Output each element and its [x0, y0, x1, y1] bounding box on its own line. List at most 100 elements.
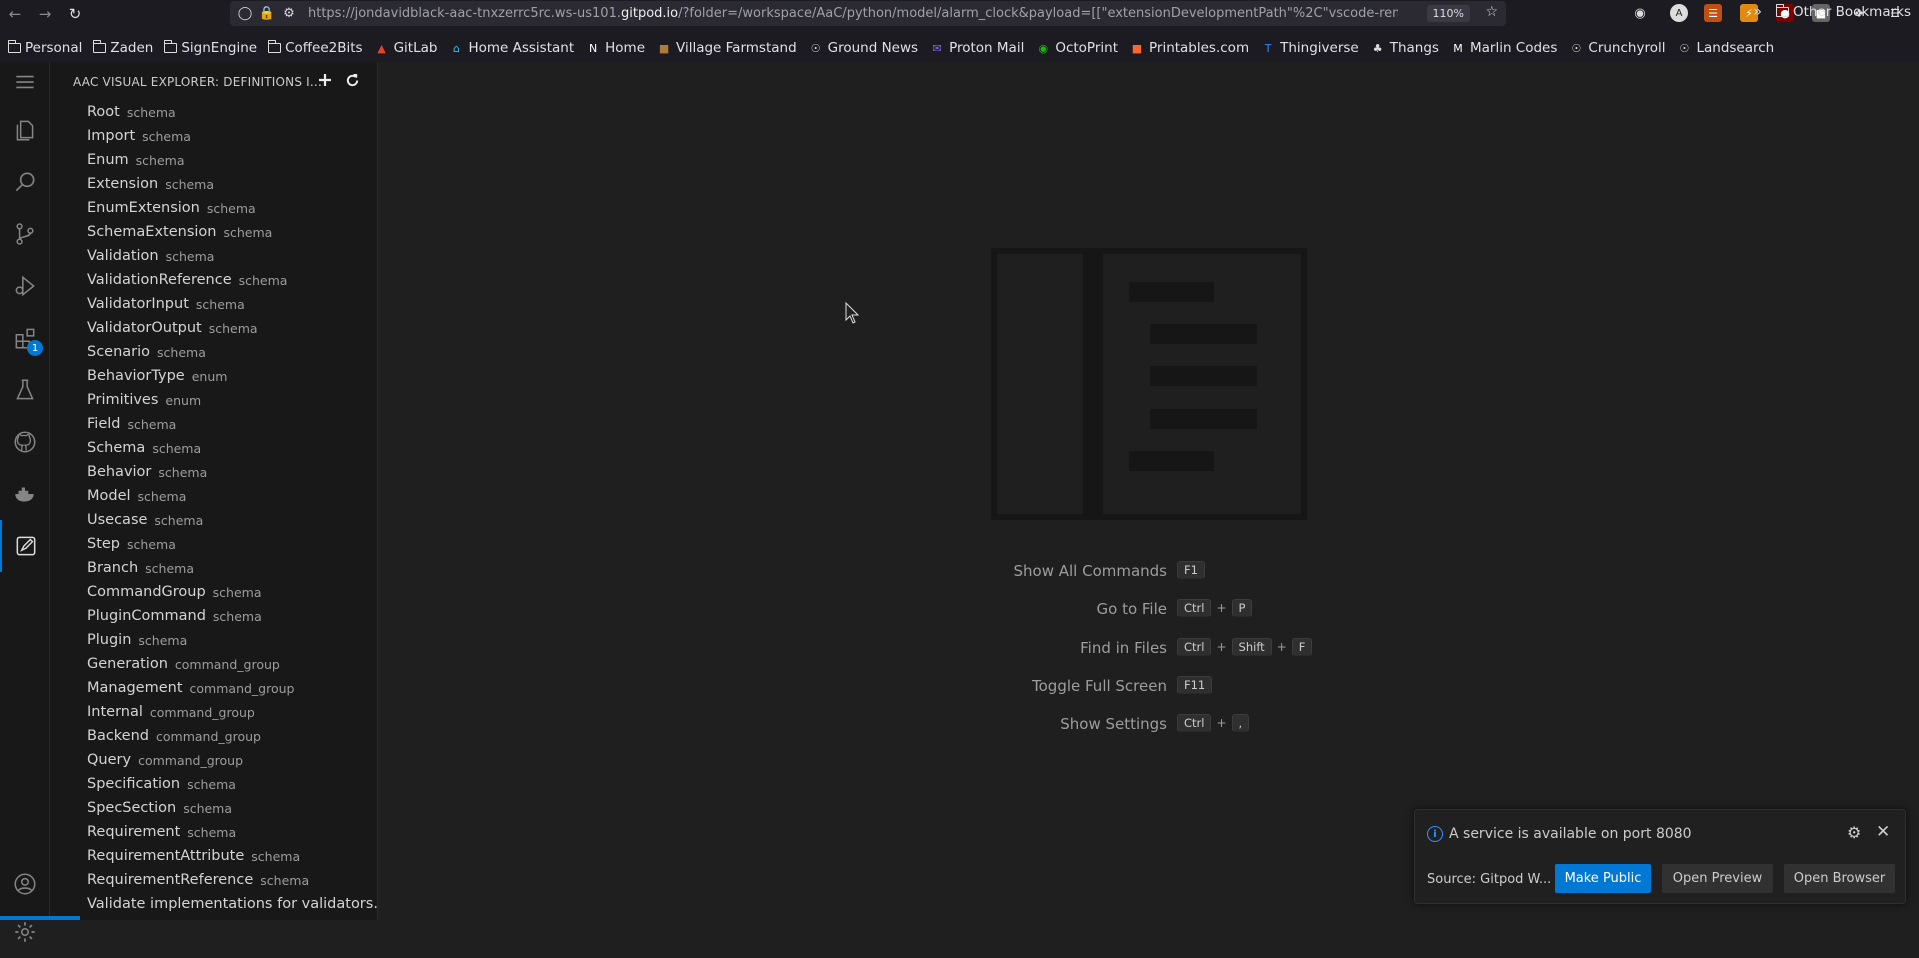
bookmark-item[interactable]: ☉ Ground News [808, 40, 918, 56]
tree-item[interactable]: SpecSection schema [50, 796, 377, 820]
shield-icon[interactable]: ◯ [234, 6, 256, 21]
back-button[interactable]: ← [0, 0, 30, 27]
open-preview-button[interactable]: Open Preview [1662, 864, 1773, 893]
reload-button[interactable]: ↻ [60, 0, 90, 27]
tree-item-name: Internal [87, 704, 143, 720]
bookmark-item[interactable]: ☉ Landsearch [1676, 40, 1775, 56]
tree-item[interactable]: SchemaExtension schema [50, 220, 377, 244]
tree-item[interactable]: EnumExtension schema [50, 196, 377, 220]
tree-item-name: Generation [87, 656, 168, 672]
bookmark-item[interactable]: SignEngine [164, 40, 257, 56]
notion-icon: N [589, 41, 598, 55]
shortcut-label[interactable]: Find in Files [1080, 639, 1167, 657]
add-definition-button[interactable] [314, 69, 336, 91]
tree-item[interactable]: Root schema [50, 100, 377, 124]
docker-button[interactable] [0, 468, 50, 520]
explorer-button[interactable] [0, 104, 50, 156]
pocket-icon[interactable]: ◉ [1631, 4, 1649, 22]
tree-item[interactable]: BehaviorType enum [50, 364, 377, 388]
tree-item[interactable]: Extension schema [50, 172, 377, 196]
run-debug-button[interactable] [0, 260, 50, 312]
tree-item[interactable]: Backend command_group [50, 724, 377, 748]
close-icon[interactable]: ✕ [1876, 822, 1890, 842]
bookmark-item[interactable]: Personal [8, 40, 82, 56]
bookmark-item[interactable]: ⌂ Home Assistant [448, 40, 574, 56]
manage-button[interactable] [0, 906, 50, 958]
bookmark-item[interactable]: ▲ GitLab [374, 40, 437, 56]
tree-item[interactable]: PluginCommand schema [50, 604, 377, 628]
tree-item[interactable]: ValidatorOutput schema [50, 316, 377, 340]
shortcut-row: Go to File Ctrl + P [829, 598, 1529, 620]
bookmark-item[interactable]: T Thingiverse [1260, 40, 1359, 56]
shortcut-label[interactable]: Show All Commands [1013, 562, 1167, 580]
tree-item[interactable]: ValidatorInput schema [50, 292, 377, 316]
zoom-level[interactable]: 110% [1426, 5, 1470, 22]
extension-stripes-icon[interactable]: ☰ [1704, 4, 1722, 22]
folder-icon [268, 40, 282, 53]
aac-visual-explorer-button[interactable] [0, 520, 50, 572]
tree-item[interactable]: Branch schema [50, 556, 377, 580]
tree-item[interactable]: Query command_group [50, 748, 377, 772]
tree-item[interactable]: Import schema [50, 124, 377, 148]
tree-item[interactable]: Model schema [50, 484, 377, 508]
tree-item-kind: schema [212, 608, 262, 624]
other-bookmarks[interactable]: Other Bookmarks [1793, 4, 1911, 20]
forward-button[interactable]: → [30, 0, 60, 27]
notification-settings-icon[interactable]: ⚙ [1847, 823, 1861, 842]
tree-item[interactable]: Usecase schema [50, 508, 377, 532]
tree-item[interactable]: Specification schema [50, 772, 377, 796]
tree-item[interactable]: RequirementReference schema [50, 868, 377, 892]
bookmark-item[interactable]: ■ Village Farmstand [656, 40, 797, 56]
github-button[interactable] [0, 416, 50, 468]
search-button[interactable] [0, 156, 50, 208]
tree-item[interactable]: Scenario schema [50, 340, 377, 364]
bookmark-item[interactable]: Coffee2Bits [268, 40, 363, 56]
shortcut-label[interactable]: Show Settings [1060, 715, 1167, 733]
make-public-button[interactable]: Make Public [1555, 864, 1651, 893]
tree-item[interactable]: Schema schema [50, 436, 377, 460]
lock-icon[interactable]: 🔒 [256, 6, 278, 21]
bookmark-item[interactable]: N Home [585, 40, 645, 56]
bookmark-item[interactable]: Zaden [93, 40, 153, 56]
tree-item[interactable]: Requirement schema [50, 820, 377, 844]
chevron-double-right-icon[interactable]: » [1753, 4, 1762, 20]
thangs-icon: ♣ [1372, 41, 1383, 55]
shortcut-label[interactable]: Go to File [1097, 600, 1168, 618]
tree-item[interactable]: CommandGroup schema [50, 580, 377, 604]
bookmark-item[interactable]: ◉ OctoPrint [1035, 40, 1118, 56]
bookmark-item[interactable]: M Marlin Codes [1450, 40, 1557, 56]
open-browser-button[interactable]: Open Browser [1784, 864, 1895, 893]
tree-item[interactable]: Behavior schema [50, 460, 377, 484]
tree-item[interactable]: Step schema [50, 532, 377, 556]
bookmark-item[interactable]: ☉ Crunchyroll [1568, 40, 1665, 56]
source-control-button[interactable] [0, 208, 50, 260]
bookmark-item[interactable]: ♣ Thangs [1370, 40, 1439, 56]
accounts-button[interactable] [0, 858, 50, 910]
tree-item[interactable]: Validation schema [50, 244, 377, 268]
refresh-button[interactable] [341, 69, 363, 91]
tree-item[interactable]: Plugin schema [50, 628, 377, 652]
account-a-icon[interactable]: A [1670, 4, 1688, 22]
arrow-left-icon: ← [8, 4, 22, 23]
bookmark-star-icon[interactable]: ☆ [1485, 4, 1498, 20]
permissions-icon[interactable]: ⚙ [278, 6, 300, 21]
tree-item[interactable]: ValidationReference schema [50, 268, 377, 292]
testing-button[interactable] [0, 364, 50, 416]
tree-item[interactable]: Field schema [50, 412, 377, 436]
tree-item[interactable]: Validate implementations for validators.… [50, 892, 377, 916]
tree-item[interactable]: Generation command_group [50, 652, 377, 676]
url-bar[interactable]: ◯ 🔒 ⚙ https://jondavidblack-aac-tnxzerrc… [230, 1, 1506, 26]
tree-item[interactable]: Enum schema [50, 148, 377, 172]
tree-item[interactable]: RequirementAttribute schema [50, 844, 377, 868]
bookmark-item[interactable]: ■ Printables.com [1129, 40, 1249, 56]
tree-item[interactable]: Internal command_group [50, 700, 377, 724]
bookmarks-bar: Personal Zaden SignEngine Coffee2Bits ▲ GitLa… [0, 35, 1919, 61]
url-text[interactable]: https://jondavidblack-aac-tnxzerrc5rc.ws… [308, 6, 1398, 21]
menu-button[interactable] [0, 60, 50, 104]
bookmark-item[interactable]: ✉ Proton Mail [929, 40, 1024, 56]
run-debug-icon [15, 275, 35, 297]
tree-item[interactable]: Management command_group [50, 676, 377, 700]
shortcut-label[interactable]: Toggle Full Screen [1032, 677, 1167, 695]
extensions-button[interactable]: 1 [0, 312, 50, 364]
tree-item[interactable]: Primitives enum [50, 388, 377, 412]
